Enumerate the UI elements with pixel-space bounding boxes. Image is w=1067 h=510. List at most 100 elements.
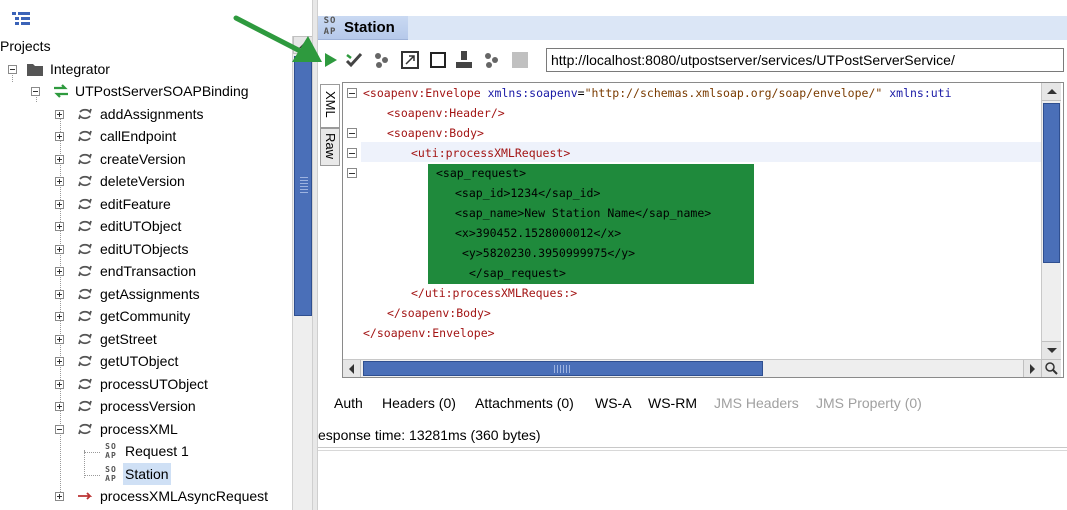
user-icon[interactable] xyxy=(454,50,474,70)
scroll-thumb[interactable] xyxy=(1043,103,1060,263)
expand-toggle[interactable] xyxy=(55,200,64,209)
tree-item-binding[interactable]: UTPostServerSOAPBinding xyxy=(0,80,292,102)
code-line: <sap_id>1234</sap_id> xyxy=(455,186,601,200)
collapse-toggle[interactable] xyxy=(31,87,40,96)
tab-headers[interactable]: Headers (0) xyxy=(382,395,456,411)
fold-toggle[interactable] xyxy=(347,88,357,98)
operation-icon xyxy=(78,355,92,367)
tree-item-operation[interactable]: getAssignments xyxy=(0,283,292,305)
scroll-right-button[interactable] xyxy=(1023,360,1041,377)
tree-item-label: UTPostServerSOAPBinding xyxy=(75,83,249,99)
fold-toggle[interactable] xyxy=(347,168,357,178)
expand-toggle[interactable] xyxy=(55,357,64,366)
tab-attachments[interactable]: Attachments (0) xyxy=(475,395,574,411)
code-line: <soapenv:Body> xyxy=(387,126,484,140)
grip-icon xyxy=(554,365,572,373)
tree-item-operation[interactable]: deleteVersion xyxy=(0,170,292,192)
code-line: </soapenv:Envelope> xyxy=(363,326,495,340)
expand-toggle[interactable] xyxy=(55,110,64,119)
expand-toggle[interactable] xyxy=(55,492,64,501)
expand-toggle[interactable] xyxy=(55,177,64,186)
request-editor-panel: SO AP Station http://localhost:8080/utpo… xyxy=(318,0,1067,510)
expand-toggle[interactable] xyxy=(55,402,64,411)
operation-icon xyxy=(78,175,92,187)
editor-horizontal-scrollbar[interactable] xyxy=(343,359,1041,377)
stop-icon[interactable] xyxy=(510,50,530,70)
fold-toggle[interactable] xyxy=(347,148,357,158)
scroll-thumb[interactable] xyxy=(363,361,763,376)
tree-item-request-1[interactable]: SO AP Request 1 xyxy=(0,440,292,462)
window-icon[interactable] xyxy=(428,50,448,70)
scroll-thumb[interactable] xyxy=(294,56,312,316)
tab-xml-label: XML xyxy=(323,91,338,118)
expand-toggle[interactable] xyxy=(55,267,64,276)
endpoint-url-field[interactable]: http://localhost:8080/utpostserver/servi… xyxy=(546,48,1064,72)
run-icon[interactable] xyxy=(320,50,340,70)
tree-item-operation[interactable]: editUTObjects xyxy=(0,238,292,260)
tree-item-label: editFeature xyxy=(100,196,171,212)
fold-gutter xyxy=(343,83,361,359)
create-new-icon[interactable] xyxy=(372,50,392,70)
expand-toggle[interactable] xyxy=(55,312,64,321)
tree-item-station[interactable]: SO AP Station xyxy=(0,463,292,485)
scroll-down-button[interactable] xyxy=(1042,341,1061,359)
xml-editor: XML Raw <soapenv:Envelope xmlns:soapenv=… xyxy=(318,80,1067,378)
tree-item-operation[interactable]: callEndpoint xyxy=(0,125,292,147)
tab-ws-a[interactable]: WS-A xyxy=(595,395,632,411)
response-area xyxy=(318,450,1067,510)
tree-item-operation[interactable]: editFeature xyxy=(0,193,292,215)
operation-icon xyxy=(78,130,92,142)
tree-view-icon[interactable] xyxy=(12,12,30,26)
tree-item-operation[interactable]: processUTObject xyxy=(0,373,292,395)
tree-item-operation[interactable]: getUTObject xyxy=(0,350,292,372)
tab-ws-rm[interactable]: WS-RM xyxy=(648,395,697,411)
tree-item-operation[interactable]: addAssignments xyxy=(0,103,292,125)
tree-item-operation[interactable]: processXMLAsyncRequest xyxy=(0,485,292,507)
tree-item-operation[interactable]: createVersion xyxy=(0,148,292,170)
expand-toggle[interactable] xyxy=(55,335,64,344)
operation-icon xyxy=(78,423,92,435)
zoom-icon[interactable] xyxy=(1041,359,1061,377)
tree-item-label: getUTObject xyxy=(100,353,179,369)
collapse-toggle[interactable] xyxy=(55,425,64,434)
expand-toggle[interactable] xyxy=(55,245,64,254)
operation-icon xyxy=(78,400,92,412)
tree-item-operation[interactable]: getStreet xyxy=(0,328,292,350)
soap-request-icon: SO AP xyxy=(105,465,117,483)
navigator-scrollbar[interactable] xyxy=(292,36,313,510)
tree-item-operation-processxml[interactable]: processXML xyxy=(0,418,292,440)
expand-toggle[interactable] xyxy=(55,380,64,389)
tree-item-operation[interactable]: endTransaction xyxy=(0,260,292,282)
fold-toggle[interactable] xyxy=(347,128,357,138)
tree-item-label: callEndpoint xyxy=(100,128,177,144)
code-line: <x>390452.1528000012</x> xyxy=(455,226,622,240)
collapse-toggle[interactable] xyxy=(8,65,17,74)
interface-icon xyxy=(54,84,68,98)
expand-toggle[interactable] xyxy=(55,290,64,299)
code-editor[interactable]: <soapenv:Envelope xmlns:soapenv="http://… xyxy=(342,82,1064,378)
tree-item-label: processVersion xyxy=(100,398,196,414)
tree-item-label: createVersion xyxy=(100,151,186,167)
scroll-up-button[interactable] xyxy=(1042,83,1061,101)
editor-vertical-scrollbar[interactable] xyxy=(1041,83,1061,359)
tree-item-operation[interactable]: getCommunity xyxy=(0,305,292,327)
maximize-icon[interactable] xyxy=(400,50,420,70)
tree-item-operation[interactable]: processVersion xyxy=(0,395,292,417)
expand-toggle[interactable] xyxy=(55,155,64,164)
tree-item-label: Request 1 xyxy=(125,443,189,459)
options-icon[interactable] xyxy=(482,50,502,70)
tree-item-label: addAssignments xyxy=(100,106,204,122)
tab-auth[interactable]: Auth xyxy=(334,395,363,411)
tab-raw[interactable]: Raw xyxy=(320,128,340,166)
tab-xml[interactable]: XML xyxy=(320,84,340,128)
tree-item-operation[interactable]: editUTObject xyxy=(0,215,292,237)
scroll-up-button[interactable] xyxy=(293,36,313,54)
scroll-left-button[interactable] xyxy=(343,360,361,377)
expand-toggle[interactable] xyxy=(55,222,64,231)
code-content[interactable]: <soapenv:Envelope xmlns:soapenv="http://… xyxy=(361,83,1041,359)
tree-item-integrator[interactable]: Integrator xyxy=(0,58,292,80)
operation-icon xyxy=(78,108,92,120)
tree-item-label: Integrator xyxy=(50,61,110,77)
expand-toggle[interactable] xyxy=(55,132,64,141)
submit-check-icon[interactable] xyxy=(344,50,364,70)
